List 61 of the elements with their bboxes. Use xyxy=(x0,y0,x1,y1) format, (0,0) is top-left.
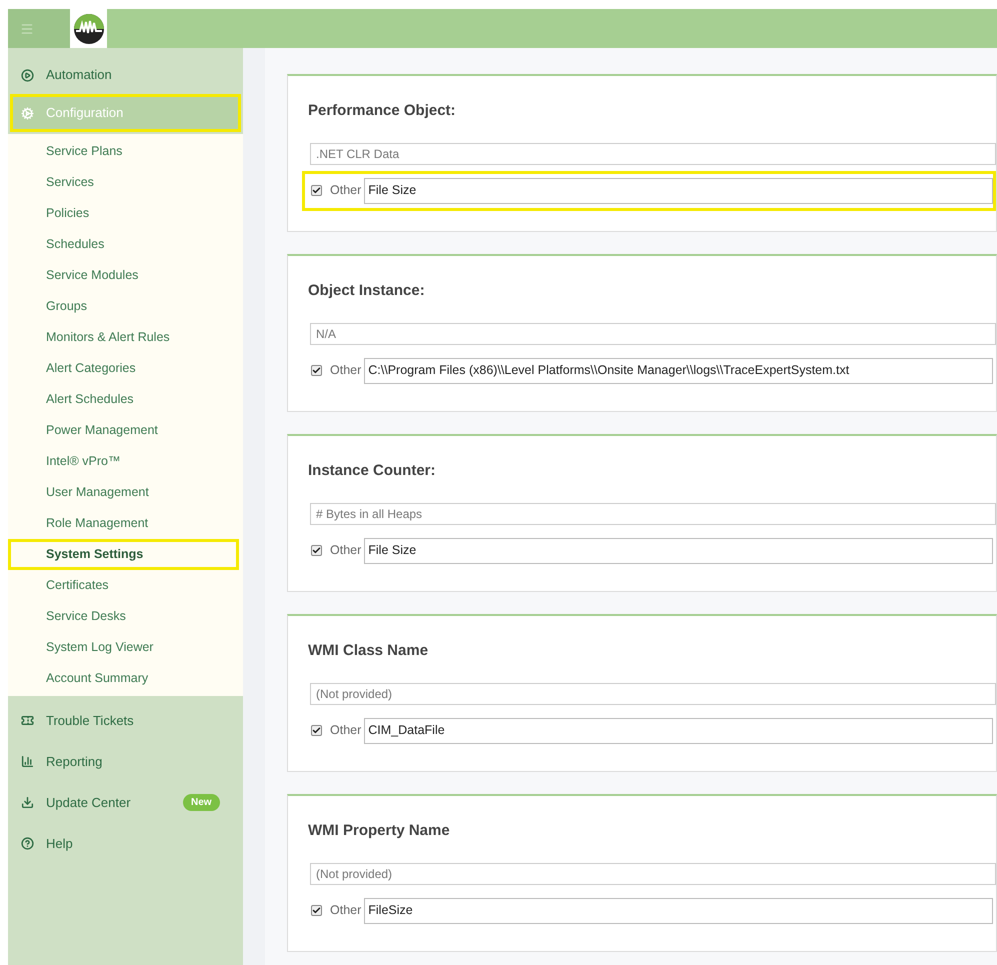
submenu-item[interactable]: Role Management xyxy=(8,508,239,539)
new-badge: New xyxy=(183,794,220,811)
help-icon xyxy=(21,837,34,850)
other-label: Other xyxy=(330,182,362,200)
submenu-item[interactable]: Policies xyxy=(8,198,239,229)
submenu-item[interactable]: Services xyxy=(8,167,239,198)
select-field[interactable]: (Not provided) xyxy=(310,682,996,704)
card-title: Instance Counter: xyxy=(308,461,437,481)
submenu-item[interactable]: Alert Schedules xyxy=(8,384,239,415)
nav-label: Reporting xyxy=(46,752,104,771)
logo-icon xyxy=(72,12,104,44)
checkbox[interactable] xyxy=(311,185,322,196)
ticket-icon xyxy=(21,714,34,727)
submenu-item[interactable]: Service Desks xyxy=(8,601,239,632)
nav-label: Update Center xyxy=(46,794,132,812)
checkbox[interactable] xyxy=(311,725,322,736)
menu-icon xyxy=(20,22,34,36)
select-field[interactable]: (Not provided) xyxy=(310,862,996,884)
select-field[interactable]: N/A xyxy=(310,322,996,344)
checkbox[interactable] xyxy=(311,905,322,916)
submenu-item[interactable]: Service Plans xyxy=(8,136,239,167)
nav-item[interactable]: Reporting xyxy=(8,741,243,782)
nav-item[interactable]: Trouble Tickets xyxy=(8,700,243,741)
submenu-item[interactable]: Schedules xyxy=(8,229,239,260)
submenu-item[interactable]: Service Modules xyxy=(8,260,239,291)
submenu-item[interactable]: Monitors & Alert Rules xyxy=(8,322,239,353)
submenu-item[interactable]: System Log Viewer xyxy=(8,632,239,663)
other-field[interactable]: File Size xyxy=(364,178,993,204)
card-title: Performance Object: xyxy=(308,101,457,121)
submenu-item[interactable]: Power Management xyxy=(8,415,239,446)
other-field[interactable]: File Size xyxy=(364,538,993,564)
nav-label: Help xyxy=(46,834,74,853)
other-label: Other xyxy=(330,362,362,380)
bar-chart-icon xyxy=(21,755,34,768)
other-label: Other xyxy=(330,902,362,920)
submenu-item[interactable]: Intel® vPro™ xyxy=(8,446,239,477)
nav-item[interactable]: Update Center New xyxy=(8,782,243,823)
select-field[interactable]: .NET CLR Data xyxy=(310,142,996,164)
download-icon xyxy=(21,796,34,809)
submenu-item[interactable]: Groups xyxy=(8,291,239,322)
card-title: WMI Property Name xyxy=(308,821,451,841)
submenu-item[interactable]: Certificates xyxy=(8,570,239,601)
card-title: WMI Class Name xyxy=(308,641,430,661)
select-field[interactable]: # Bytes in all Heaps xyxy=(310,502,996,524)
submenu-item[interactable]: User Management xyxy=(8,477,239,508)
other-field[interactable]: CIM_DataFile xyxy=(364,718,993,744)
submenu-item[interactable]: Alert Categories xyxy=(8,353,239,384)
other-field[interactable]: C:\\Program Files (x86)\\Level Platforms\\Onsite Manager\\logs\\TraceExpertSystem.txt xyxy=(364,358,993,384)
other-field[interactable]: FileSize xyxy=(364,898,993,924)
submenu-item[interactable]: Account Summary xyxy=(8,663,239,694)
submenu-item[interactable]: System Settings xyxy=(8,539,239,570)
nav-item[interactable]: Help xyxy=(8,823,243,864)
nav-item[interactable]: Automation xyxy=(10,56,241,94)
play-icon xyxy=(21,68,34,82)
checkbox[interactable] xyxy=(311,545,322,556)
gear-icon xyxy=(21,106,34,120)
other-label: Other xyxy=(330,722,362,740)
other-label: Other xyxy=(330,542,362,560)
nav-label: Trouble Tickets xyxy=(46,712,135,730)
card-title: Object Instance: xyxy=(308,281,426,301)
checkbox[interactable] xyxy=(311,365,322,376)
